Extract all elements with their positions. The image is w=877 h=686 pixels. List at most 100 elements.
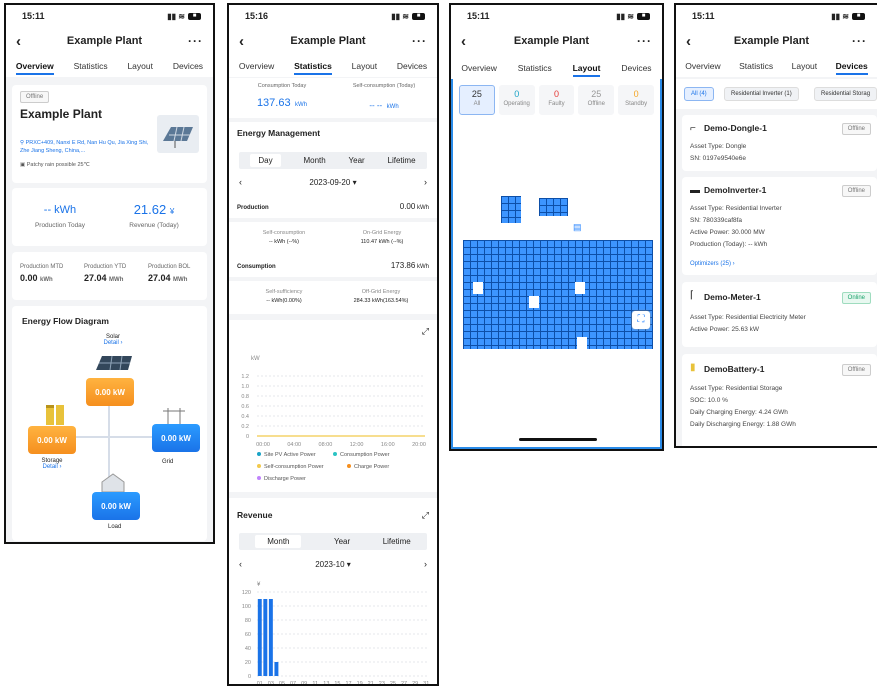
prev-date-icon[interactable]: ‹	[239, 177, 242, 187]
status-filter-all[interactable]: 25 All	[459, 85, 495, 115]
back-icon[interactable]: ‹	[16, 33, 21, 50]
back-icon[interactable]: ‹	[461, 33, 466, 50]
fit-view-icon[interactable]: ⛶	[632, 311, 650, 329]
status-filter-offline[interactable]: 25 Offline	[578, 85, 615, 115]
tab-statistics[interactable]: Statistics	[74, 57, 108, 75]
tab-devices[interactable]: Devices	[397, 57, 427, 75]
pv-array[interactable]	[463, 240, 653, 349]
tab-overview[interactable]: Overview	[239, 57, 274, 75]
tab-layout[interactable]: Layout	[572, 59, 600, 77]
layout-canvas[interactable]: ▤ ⛶	[455, 121, 658, 433]
date-picker: ‹ 2023-09-20 ▾ ›	[239, 175, 427, 189]
device-name: DemoInverter-1	[704, 185, 767, 195]
more-icon[interactable]: ···	[637, 34, 652, 48]
period-year[interactable]: Year	[334, 537, 350, 546]
revenue-bar	[274, 662, 279, 676]
load-node[interactable]: 0.00 kW	[92, 492, 140, 520]
pv-panel-group[interactable]	[501, 196, 521, 223]
tab-statistics[interactable]: Statistics	[739, 57, 773, 75]
tab-devices[interactable]: Devices	[621, 59, 651, 77]
period-day[interactable]: Day	[250, 154, 281, 167]
grid-node[interactable]: 0.00 kW	[152, 424, 200, 452]
expand-icon[interactable]: ⤢	[422, 326, 429, 337]
status-count: 0	[514, 89, 520, 99]
status-count: 25	[471, 89, 482, 99]
storage-node[interactable]: 0.00 kW	[28, 426, 76, 454]
divider	[229, 277, 437, 281]
ytd-value: 27.04	[84, 273, 107, 283]
tab-devices[interactable]: Devices	[173, 57, 203, 75]
tab-statistics[interactable]: Statistics	[518, 59, 552, 77]
plant-address[interactable]: ⚲ PRXC+409, Nanxi E Rd, Nan Hu Qu, Jia X…	[20, 139, 155, 155]
storage-detail-link[interactable]: Detail ›	[32, 464, 72, 470]
x-tick-label: 03	[268, 681, 274, 686]
x-tick-label: 29	[412, 681, 418, 686]
dropdown-icon: ▾	[352, 177, 357, 187]
period-month[interactable]: Month	[303, 156, 325, 165]
next-month-icon[interactable]: ›	[424, 559, 427, 569]
pv-panel-group[interactable]	[539, 198, 568, 216]
x-tick-label: 01	[257, 681, 263, 686]
plant-info-card[interactable]: Offline Example Plant ⚲ PRXC+409, Nanxi …	[12, 85, 207, 183]
tab-layout[interactable]: Layout	[127, 57, 153, 75]
tab-devices[interactable]: Devices	[835, 57, 868, 75]
more-icon[interactable]: ···	[852, 34, 867, 48]
tab-overview[interactable]: Overview	[461, 59, 496, 77]
nav-bar: ‹ Example Plant ···	[451, 23, 662, 59]
next-date-icon[interactable]: ›	[424, 177, 427, 187]
energy-management-title: Energy Management	[237, 128, 321, 138]
dongle-icon: ⌐	[690, 123, 696, 134]
tab-overview[interactable]: Overview	[685, 57, 720, 75]
device-details: Asset Type: Residential Inverter SN: 7803…	[690, 203, 782, 251]
y-axis-unit: kW	[251, 356, 260, 362]
tab-statistics[interactable]: Statistics	[294, 57, 332, 75]
date-value[interactable]: 2023-09-20 ▾	[309, 178, 356, 187]
soc: SOC: 10.0 %	[690, 397, 728, 404]
device-card-battery[interactable]: ▮ DemoBattery-1 Offline Asset Type: Resi…	[682, 354, 877, 446]
y-tick-label: 0	[246, 434, 249, 440]
tab-layout[interactable]: Layout	[352, 57, 378, 75]
solar-node[interactable]: 0.00 kW	[86, 378, 134, 406]
more-icon[interactable]: ···	[188, 34, 203, 48]
device-name: DemoBattery-1	[704, 364, 765, 374]
filter-residential-storage[interactable]: Residential Storag	[814, 87, 877, 101]
device-card-inverter[interactable]: ▬ DemoInverter-1 Offline Asset Type: Res…	[682, 177, 877, 275]
x-tick-label: 25	[390, 681, 396, 686]
energy-management-card: Energy Management Day Month Year Lifetim…	[229, 122, 437, 492]
expand-icon[interactable]: ⤢	[422, 510, 429, 521]
period-month[interactable]: Month	[255, 535, 302, 548]
device-card-meter[interactable]: ⌈ Demo-Meter-1 Online Asset Type: Reside…	[682, 282, 877, 347]
inverter-icon[interactable]: ▤	[573, 222, 582, 233]
revenue-bar	[257, 599, 262, 676]
prev-month-icon[interactable]: ‹	[239, 559, 242, 569]
nav-bar: ‹ Example Plant ···	[229, 23, 437, 59]
status-filter-operating[interactable]: 0 Operating	[498, 85, 535, 115]
y-tick-label: 0.6	[241, 404, 249, 410]
tab-layout[interactable]: Layout	[792, 57, 818, 75]
more-icon[interactable]: ···	[412, 34, 427, 48]
back-icon[interactable]: ‹	[686, 33, 691, 50]
status-icons: ▮▮ ≋ ■	[167, 12, 201, 21]
period-lifetime[interactable]: Lifetime	[388, 156, 416, 165]
x-tick-label: 16:00	[381, 442, 395, 448]
revenue-unit: ¥	[169, 207, 175, 216]
filter-residential-inverter[interactable]: Residential Inverter (1)	[724, 87, 799, 101]
bol-unit: MWh	[173, 277, 188, 283]
device-filters: All (4) Residential Inverter (1) Residen…	[676, 79, 877, 109]
device-card-dongle[interactable]: ⌐ Demo-Dongle-1 Offline Asset Type: Dong…	[682, 115, 877, 171]
filter-all[interactable]: All (4)	[684, 87, 714, 101]
tab-overview[interactable]: Overview	[15, 57, 54, 75]
back-icon[interactable]: ‹	[239, 33, 244, 50]
x-tick-label: 15	[334, 681, 340, 686]
period-lifetime[interactable]: Lifetime	[383, 537, 411, 546]
self-consumption-stat-value: -- kWh (--%)	[269, 239, 299, 245]
month-value[interactable]: 2023-10 ▾	[315, 560, 351, 569]
status-filter-standby[interactable]: 0 Standby	[618, 85, 654, 115]
production-label: Production	[237, 205, 269, 211]
status-badge: Online	[841, 292, 871, 304]
period-year[interactable]: Year	[349, 156, 365, 165]
status-filter-faulty[interactable]: 0 Faulty	[538, 85, 575, 115]
legend-label: Discharge Power	[264, 476, 306, 482]
optimizers-link[interactable]: Optimizers (25) ›	[690, 261, 735, 267]
solar-detail-link[interactable]: Detail ›	[98, 340, 128, 346]
